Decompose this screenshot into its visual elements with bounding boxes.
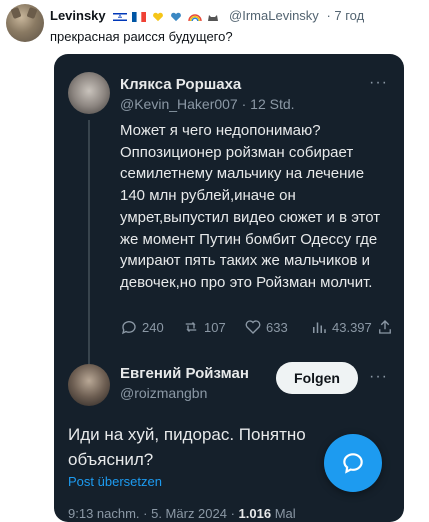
post-time[interactable]: · 7 год bbox=[326, 8, 364, 23]
share-action[interactable] bbox=[376, 318, 394, 336]
meta-time[interactable]: 9:13 nachm. · 5. März 2024 · bbox=[68, 506, 239, 521]
israel-flag-icon bbox=[113, 11, 128, 22]
meta-views-label: Mal bbox=[271, 506, 296, 521]
like-action[interactable]: 633 bbox=[244, 318, 288, 336]
share-icon bbox=[379, 320, 391, 334]
action-bar: 240 107 633 43.397 bbox=[120, 318, 400, 340]
rainbow-icon bbox=[188, 13, 202, 21]
repost-action[interactable]: 107 bbox=[182, 318, 226, 336]
avatar-ear bbox=[26, 6, 38, 20]
views-icon bbox=[313, 322, 326, 333]
message-icon bbox=[343, 453, 363, 474]
handle[interactable]: @IrmaLevinsky bbox=[229, 8, 319, 23]
quote-author-avatar[interactable] bbox=[68, 72, 110, 114]
follow-button[interactable]: Folgen bbox=[276, 362, 358, 394]
username[interactable]: Levinsky bbox=[50, 8, 106, 23]
repost-count: 107 bbox=[204, 319, 226, 335]
views-action[interactable]: 43.397 bbox=[310, 318, 372, 336]
repost-icon bbox=[185, 322, 197, 332]
blue-heart-icon bbox=[171, 12, 182, 21]
quote-author-handle[interactable]: @Kevin_Haker007 · 12 Std. bbox=[120, 96, 295, 112]
post-text: прекрасная раисся будущего? bbox=[50, 29, 233, 44]
yellow-heart-icon bbox=[152, 12, 163, 21]
post-metadata: 9:13 nachm. · 5. März 2024 · 1.016 Mal bbox=[68, 506, 296, 521]
reply-body: Иди на хуй, пидорас. Понятно объяснил? bbox=[68, 425, 306, 469]
reply-author-name[interactable]: Евгений Ройзман bbox=[120, 365, 249, 382]
avatar-ear bbox=[10, 6, 22, 20]
reply-action[interactable]: 240 bbox=[120, 318, 164, 336]
more-options-icon[interactable]: ··· bbox=[369, 368, 388, 386]
reply-icon bbox=[121, 321, 136, 335]
reply-count: 240 bbox=[142, 319, 164, 335]
heart-icon bbox=[245, 320, 261, 334]
quote-author-name[interactable]: Клякса Роршаха bbox=[120, 76, 241, 93]
author-line: Levinsky @IrmaLevinsky · 7 год bbox=[50, 8, 364, 23]
avatar[interactable] bbox=[6, 4, 44, 42]
compose-fab[interactable] bbox=[324, 434, 382, 492]
thread-line bbox=[88, 120, 90, 364]
reply-author-handle[interactable]: @roizmangbn bbox=[120, 385, 207, 401]
views-count: 43.397 bbox=[332, 319, 372, 335]
flag-emojis bbox=[113, 8, 221, 23]
quote-body: Может я чего недопонимаю? Оппозиционер р… bbox=[120, 122, 381, 291]
cat-icon bbox=[208, 14, 219, 21]
reply-author-avatar[interactable] bbox=[68, 364, 110, 406]
more-options-icon[interactable]: ··· bbox=[369, 74, 388, 92]
translate-link[interactable]: Post übersetzen bbox=[68, 474, 162, 489]
quoted-screenshot: Клякса Роршаха @Kevin_Haker007 · 12 Std.… bbox=[54, 54, 404, 522]
meta-views: 1.016 bbox=[238, 506, 272, 521]
like-count: 633 bbox=[266, 319, 288, 335]
france-flag-icon bbox=[131, 11, 146, 22]
post-header: Levinsky @IrmaLevinsky · 7 год прекрасна… bbox=[6, 4, 423, 44]
